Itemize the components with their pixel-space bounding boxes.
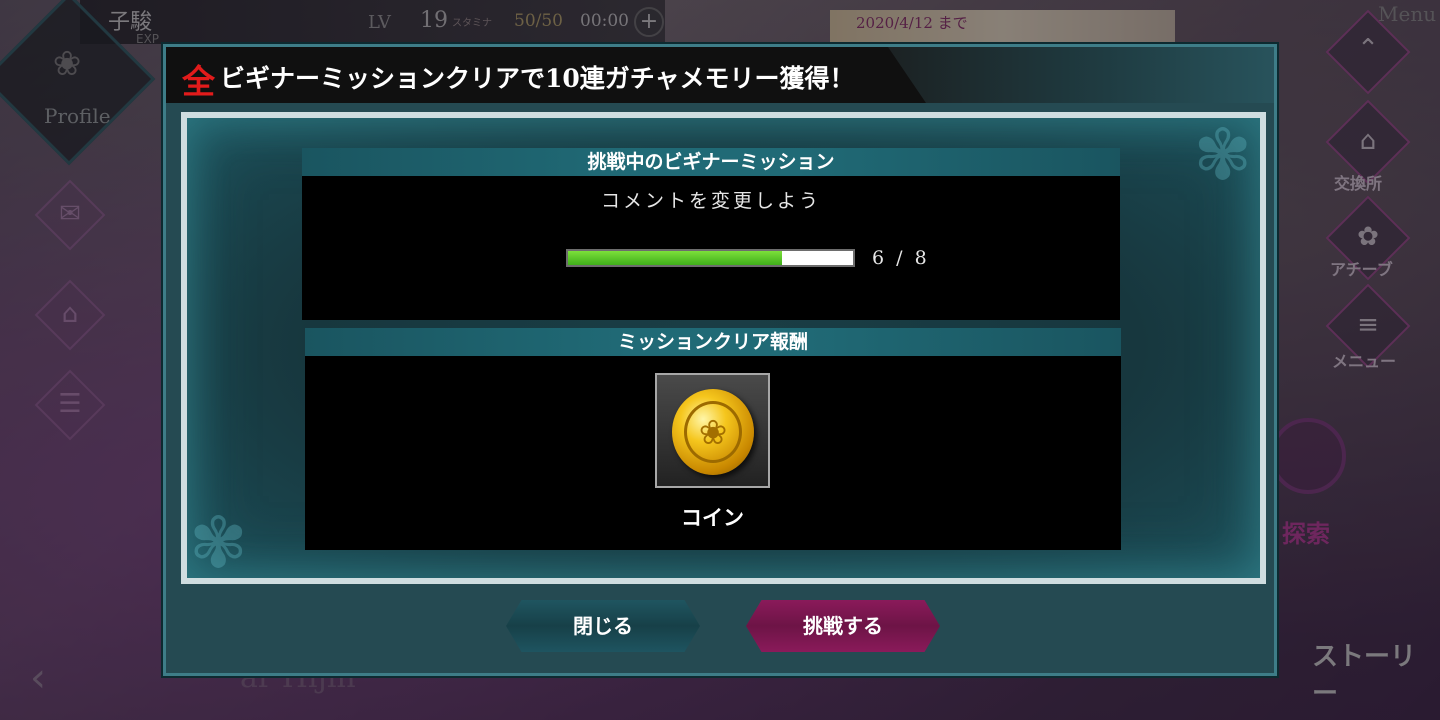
mission-progress-fill xyxy=(568,251,782,265)
dialog-header: 全 ビギナーミッションクリアで10連ガチャメモリー獲得！ xyxy=(166,47,1274,103)
challenge-button[interactable]: 挑戦する xyxy=(746,600,940,652)
close-button[interactable]: 閉じる xyxy=(506,600,700,652)
mission-section: 挑戦中のビギナーミッション コメントを変更しよう 6 / 8 xyxy=(302,148,1120,320)
mission-progress-bar xyxy=(566,249,855,267)
header-all-kanji: 全 xyxy=(182,62,215,101)
lily-emblem-icon: ❀ xyxy=(684,401,742,463)
dialog-title: ビギナーミッションクリアで10連ガチャメモリー獲得！ xyxy=(220,64,855,93)
reward-item-name: コイン xyxy=(681,506,744,530)
dialog-body: ✾ ✾ 挑戦中のビギナーミッション コメントを変更しよう 6 / 8 ミッション… xyxy=(181,112,1266,584)
lily-decoration-icon: ✾ xyxy=(1193,114,1252,196)
mission-section-title: 挑戦中のビギナーミッション xyxy=(302,148,1120,176)
reward-section-title: ミッションクリア報酬 xyxy=(305,328,1121,356)
reward-section: ミッションクリア報酬 ❀ コイン xyxy=(305,328,1121,550)
mission-progress-text: 6 / 8 xyxy=(872,247,930,269)
reward-content: ❀ コイン xyxy=(305,356,1121,550)
beginner-mission-dialog: 全 ビギナーミッションクリアで10連ガチャメモリー獲得！ ✾ ✾ 挑戦中のビギナ… xyxy=(163,44,1277,676)
lily-decoration-icon: ✾ xyxy=(189,502,248,584)
mission-description: コメントを変更しよう xyxy=(600,190,821,212)
reward-item-frame[interactable]: ❀ xyxy=(655,373,770,488)
coin-icon: ❀ xyxy=(672,389,754,475)
